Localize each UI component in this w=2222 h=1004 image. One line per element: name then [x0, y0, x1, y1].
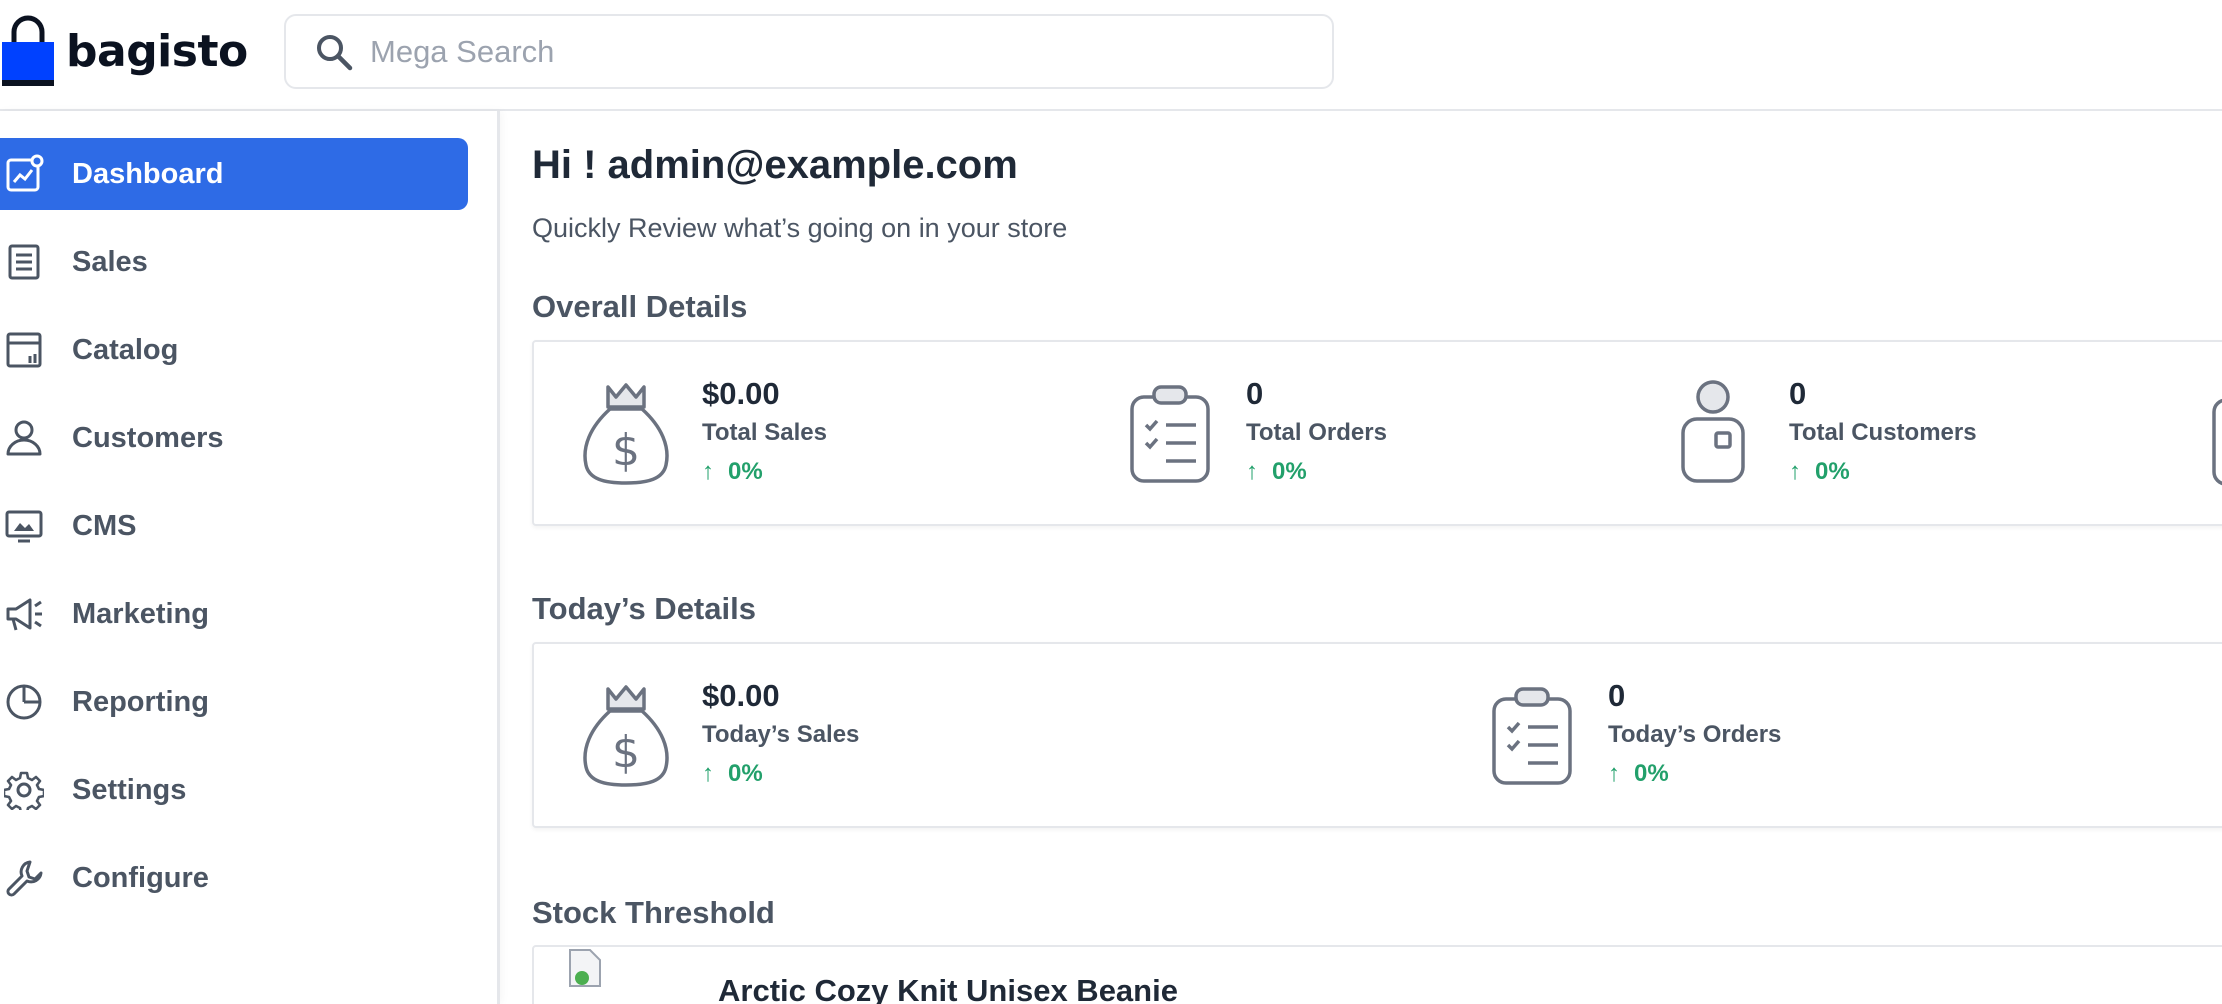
stat-value: $0.00 — [702, 678, 780, 713]
overall-details-card: $ $0.00 Total Sales ↑ 0% 0 Total Orders … — [532, 340, 2222, 526]
sidebar-item-marketing[interactable]: Marketing — [0, 578, 468, 650]
stat-todays-orders[interactable]: 0 Today’s Orders ↑ 0% — [1484, 644, 1781, 826]
stat-todays-sales[interactable]: $ $0.00 Today’s Sales ↑ 0% — [578, 644, 859, 826]
customers-icon — [0, 402, 72, 474]
sidebar-item-dashboard[interactable]: Dashboard — [0, 138, 468, 210]
stat-change: ↑ 0% — [702, 754, 859, 794]
brand-logo[interactable]: bagisto — [0, 14, 248, 88]
settings-icon — [0, 754, 72, 826]
stat-total-sales[interactable]: $ $0.00 Total Sales ↑ 0% — [578, 342, 827, 524]
marketing-icon — [0, 578, 72, 650]
stat-total-customers[interactable]: 0 Total Customers ↑ 0% — [1665, 342, 1977, 524]
arrow-up-icon: ↑ — [702, 760, 714, 787]
sidebar-item-label: Configure — [72, 861, 209, 894]
stat-change: ↑ 0% — [1246, 452, 1387, 492]
sidebar-item-catalog[interactable]: Catalog — [0, 314, 468, 386]
stat-change-value: 0% — [728, 458, 763, 485]
arrow-up-icon: ↑ — [702, 458, 714, 485]
stat-change: ↑ 0% — [702, 452, 827, 492]
page-subtitle: Quickly Review what’s going on in your s… — [532, 213, 1068, 243]
stat-label: Today’s Orders — [1608, 721, 1782, 748]
logo-text: bagisto — [66, 25, 248, 77]
mega-search-box[interactable] — [284, 14, 1334, 89]
page-greeting: Hi ! admin@example.com — [532, 143, 1018, 187]
sidebar-item-sales[interactable]: Sales — [0, 226, 468, 298]
stat-value: 0 — [1608, 678, 1626, 713]
sidebar-item-configure[interactable]: Configure — [0, 842, 468, 914]
clipboard-checklist-icon — [1122, 377, 1218, 489]
top-header: bagisto — [0, 0, 2222, 111]
main-content: Hi ! admin@example.com Quickly Review wh… — [532, 111, 2222, 1004]
stat-value: 0 — [1789, 376, 1807, 411]
sidebar: Dashboard Sales Catalog Customers CMS Ma… — [0, 111, 500, 1004]
sidebar-item-label: Dashboard — [72, 157, 224, 190]
stat-change: ↑ 0% — [1789, 452, 1977, 492]
sidebar-item-label: Marketing — [72, 597, 209, 630]
broken-image-icon — [568, 948, 602, 988]
mega-search-input[interactable] — [370, 33, 1270, 70]
shopping-bag-logo-icon — [2, 15, 54, 86]
dashboard-icon — [0, 138, 72, 210]
stat-total-orders[interactable]: 0 Total Orders ↑ 0% — [1122, 342, 1387, 524]
stat-overflow-icon — [2206, 382, 2222, 492]
reporting-icon — [0, 666, 72, 738]
stock-threshold-card: Arctic Cozy Knit Unisex Beanie — [532, 945, 2222, 1004]
arrow-up-icon: ↑ — [1608, 760, 1620, 787]
stat-value: 0 — [1246, 376, 1264, 411]
configure-icon — [0, 842, 72, 914]
stat-label: Today’s Sales — [702, 721, 860, 748]
stat-value: $0.00 — [702, 376, 780, 411]
stock-product-name[interactable]: Arctic Cozy Knit Unisex Beanie — [718, 973, 1178, 1004]
stat-change-value: 0% — [728, 760, 763, 787]
customer-person-icon — [1665, 377, 1761, 489]
stock-threshold-title: Stock Threshold — [532, 895, 775, 930]
arrow-up-icon: ↑ — [1789, 458, 1801, 485]
overall-details-title: Overall Details — [532, 289, 748, 324]
sidebar-item-customers[interactable]: Customers — [0, 402, 468, 474]
money-bag-icon: $ — [578, 679, 674, 791]
sidebar-item-label: Catalog — [72, 333, 179, 366]
catalog-icon — [0, 314, 72, 386]
stat-change-value: 0% — [1634, 760, 1669, 787]
sidebar-item-label: Sales — [72, 245, 148, 278]
svg-text:$: $ — [612, 727, 640, 778]
sidebar-item-settings[interactable]: Settings — [0, 754, 468, 826]
stat-change: ↑ 0% — [1608, 754, 1781, 794]
arrow-up-icon: ↑ — [1246, 458, 1258, 485]
sidebar-item-label: Settings — [72, 773, 187, 806]
stat-change-value: 0% — [1815, 458, 1850, 485]
todays-details-title: Today’s Details — [532, 591, 756, 626]
stat-label: Total Orders — [1246, 419, 1387, 446]
stat-change-value: 0% — [1272, 458, 1307, 485]
sidebar-item-label: Customers — [72, 421, 224, 454]
sidebar-item-label: CMS — [72, 509, 137, 542]
sidebar-item-label: Reporting — [72, 685, 209, 718]
stat-label: Total Customers — [1789, 419, 1977, 446]
svg-text:$: $ — [612, 425, 640, 476]
stat-label: Total Sales — [702, 419, 827, 446]
sidebar-item-reporting[interactable]: Reporting — [0, 666, 468, 738]
clipboard-checklist-icon — [1484, 679, 1580, 791]
sales-icon — [0, 226, 72, 298]
todays-details-card: $ $0.00 Today’s Sales ↑ 0% 0 Today’s Ord… — [532, 642, 2222, 828]
sidebar-item-cms[interactable]: CMS — [0, 490, 468, 562]
search-icon — [317, 34, 353, 70]
money-bag-icon: $ — [578, 377, 674, 489]
cms-icon — [0, 490, 72, 562]
